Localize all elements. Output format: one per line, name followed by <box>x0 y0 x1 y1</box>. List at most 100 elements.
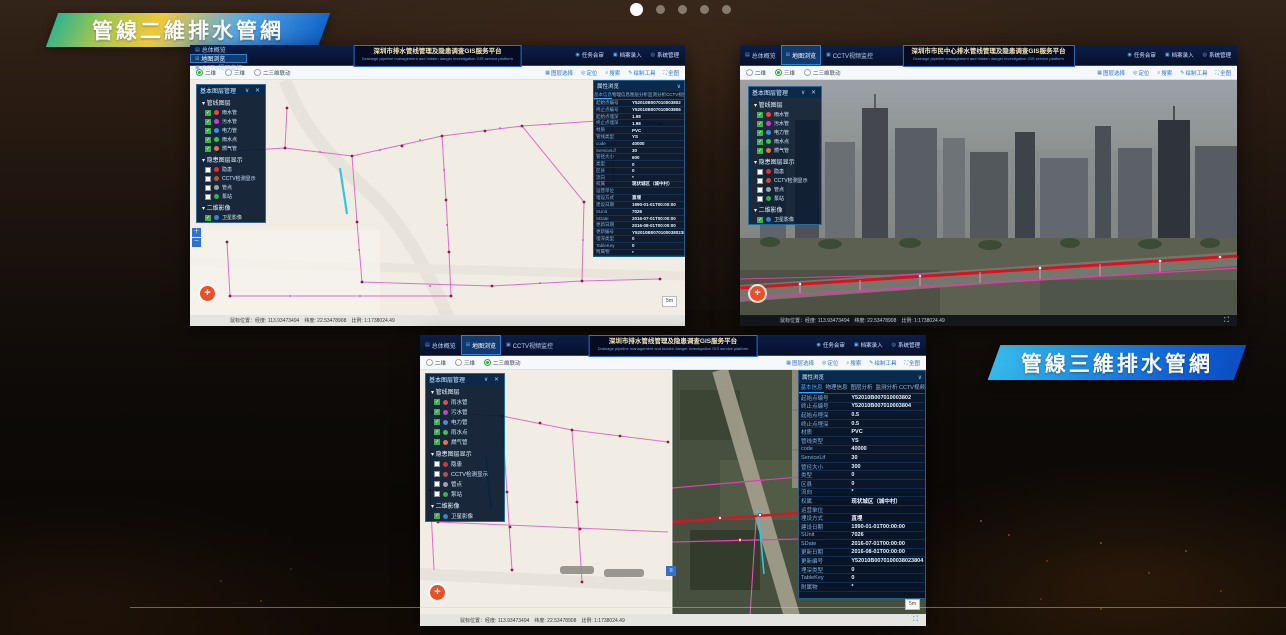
layer-checkbox[interactable] <box>757 196 763 202</box>
map-tool-button[interactable]: ⛶全图 <box>1215 69 1231 77</box>
layer-checkbox[interactable] <box>205 185 211 191</box>
layer-checkbox[interactable]: ✓ <box>757 130 763 136</box>
carousel-dot[interactable] <box>722 5 731 14</box>
layer-checkbox[interactable]: ✓ <box>205 128 211 134</box>
map-tool-button[interactable]: ⌕搜索 <box>1157 69 1172 77</box>
header-action-button[interactable]: ◎系统管理 <box>651 51 679 59</box>
map-split-canvas[interactable]: 基本图层管理 ∨ ✕ ▾ 管线图层✓雨水管✓污水管✓电力管✓雨水点✓燃气管▾ 隐… <box>420 370 926 614</box>
layer-group[interactable]: ▾ 隐患图层显示 <box>426 447 504 459</box>
carousel-dot[interactable] <box>630 3 643 16</box>
header-action-button[interactable]: ▣档案录入 <box>1165 51 1194 59</box>
map-tool-button[interactable]: ⛶全图 <box>904 359 920 367</box>
map-tool-button[interactable]: ◎定位 <box>1133 69 1149 77</box>
locate-add-button[interactable]: + <box>200 286 215 301</box>
nav-tab[interactable]: ▤总体概览 <box>420 335 461 355</box>
map-2d-canvas[interactable]: 基本图层管理 ∨ ✕ ▾ 管线图层✓雨水管✓污水管✓电力管✓雨水点✓燃气管▾ 隐… <box>190 80 685 315</box>
locate-add-button[interactable]: + <box>430 585 445 600</box>
view-mode-radio[interactable]: 二维 <box>426 359 446 367</box>
header-action-button[interactable]: ◉任务会审 <box>1127 51 1155 59</box>
attribute-tab[interactable]: 物理信息 <box>612 91 630 99</box>
attribute-tab[interactable]: 物理信息 <box>824 383 849 393</box>
header-action-button[interactable]: ◎系统管理 <box>1203 51 1231 59</box>
layer-item[interactable]: ✓雨水点 <box>749 137 821 146</box>
map-tool-button[interactable]: ◎定位 <box>581 69 597 77</box>
layer-item[interactable]: CCTV检测显示 <box>197 174 265 183</box>
layer-checkbox[interactable]: ✓ <box>205 110 211 116</box>
layer-checkbox[interactable] <box>434 461 440 467</box>
view-mode-radio[interactable]: 三维 <box>455 359 475 367</box>
attribute-tab[interactable]: CCTV视频 <box>899 383 925 393</box>
layer-checkbox[interactable]: ✓ <box>434 439 440 445</box>
map-tool-button[interactable]: ✎绘制工具 <box>1180 69 1207 77</box>
map-tool-button[interactable]: ▦图层选择 <box>1097 69 1125 77</box>
map-tool-button[interactable]: ⌕搜索 <box>605 69 620 77</box>
attribute-tab[interactable]: 监测分析 <box>874 383 899 393</box>
layer-item[interactable]: ✓燃气管 <box>749 146 821 155</box>
map-tool-button[interactable]: ◎定位 <box>822 359 838 367</box>
layer-item[interactable]: CCTV检测显示 <box>426 469 504 479</box>
collapse-close-icons[interactable]: ∨ ✕ <box>484 376 501 383</box>
layer-item[interactable]: 泵站 <box>426 489 504 499</box>
layer-checkbox[interactable] <box>434 491 440 497</box>
layer-item[interactable]: ✓雨水点 <box>426 427 504 437</box>
layer-checkbox[interactable]: ✓ <box>434 399 440 405</box>
nav-tab[interactable]: ⊞地图浏览 <box>461 335 501 355</box>
map-tool-button[interactable]: ⌕搜索 <box>846 359 861 367</box>
map-tool-button[interactable]: ▦图层选择 <box>786 359 814 367</box>
layer-group[interactable]: ▾ 管线图层 <box>426 385 504 397</box>
layer-item[interactable]: ✓燃气管 <box>197 144 265 153</box>
layer-checkbox[interactable] <box>757 187 763 193</box>
attribute-tab[interactable]: 基本信息 <box>594 91 612 99</box>
layer-item[interactable]: 隐患 <box>197 165 265 174</box>
layer-item[interactable]: ✓卫星影像 <box>749 215 821 224</box>
zoom-out-button[interactable]: － <box>192 238 201 247</box>
layer-checkbox[interactable]: ✓ <box>434 419 440 425</box>
layer-group[interactable]: ▾ 管线图层 <box>749 98 821 110</box>
collapse-icon[interactable]: ∨ <box>918 374 922 381</box>
layer-checkbox[interactable]: ✓ <box>757 112 763 118</box>
collapse-close-icons[interactable]: ∨ ✕ <box>245 87 262 94</box>
layer-item[interactable]: ✓雨水点 <box>197 135 265 144</box>
map-tool-button[interactable]: ▦图层选择 <box>545 69 573 77</box>
carousel-dot[interactable] <box>700 5 709 14</box>
layer-checkbox[interactable] <box>205 176 211 182</box>
nav-tab[interactable]: ▤总体概览 <box>190 45 247 54</box>
layer-checkbox[interactable]: ✓ <box>434 409 440 415</box>
layer-item[interactable]: 隐患 <box>749 167 821 176</box>
view-mode-radio[interactable]: 二三维联动 <box>254 69 291 77</box>
layer-checkbox[interactable]: ✓ <box>757 148 763 154</box>
layer-item[interactable]: ✓污水管 <box>749 119 821 128</box>
header-action-button[interactable]: ◉任务会审 <box>816 341 844 349</box>
layer-checkbox[interactable]: ✓ <box>205 119 211 125</box>
layer-item[interactable]: 泵站 <box>749 194 821 203</box>
view-mode-radio[interactable]: 二三维联动 <box>484 359 521 367</box>
layer-group[interactable]: ▾ 管线图层 <box>197 96 265 108</box>
layer-checkbox[interactable]: ✓ <box>205 137 211 143</box>
view-mode-radio[interactable]: 二维 <box>746 69 766 77</box>
attribute-tab[interactable]: CCTV视频 <box>666 91 684 99</box>
view-mode-radio[interactable]: 三维 <box>775 69 795 77</box>
layer-item[interactable]: ✓燃气管 <box>426 437 504 447</box>
layer-checkbox[interactable]: ✓ <box>757 139 763 145</box>
layer-item[interactable]: ✓卫星影像 <box>426 511 504 521</box>
layer-checkbox[interactable] <box>757 178 763 184</box>
nav-tab[interactable]: ⊞地图浏览 <box>190 54 247 63</box>
layer-checkbox[interactable]: ✓ <box>757 217 763 223</box>
layer-checkbox[interactable] <box>205 194 211 200</box>
layer-item[interactable]: ✓电力管 <box>197 126 265 135</box>
fullscreen-icon[interactable]: ⛶ <box>913 616 918 624</box>
map-tool-button[interactable]: ✎绘制工具 <box>869 359 896 367</box>
layer-checkbox[interactable] <box>434 481 440 487</box>
layer-item[interactable]: ✓电力管 <box>749 128 821 137</box>
layer-checkbox[interactable]: ✓ <box>757 121 763 127</box>
layer-item[interactable]: ✓雨水管 <box>426 397 504 407</box>
layer-item[interactable]: 管点 <box>197 183 265 192</box>
header-action-button[interactable]: ◉任务会审 <box>575 51 603 59</box>
layer-item[interactable]: CCTV检测显示 <box>749 176 821 185</box>
layer-checkbox[interactable]: ✓ <box>205 146 211 152</box>
map-tool-button[interactable]: ✎绘制工具 <box>628 69 655 77</box>
layer-item[interactable]: ✓雨水管 <box>197 108 265 117</box>
layer-item[interactable]: 管点 <box>426 479 504 489</box>
nav-tab[interactable]: ▤总体概览 <box>740 45 781 65</box>
map-3d-canvas[interactable]: 基本图层管理 ∨ ✕ ▾ 管线图层✓雨水管✓污水管✓电力管✓雨水点✓燃气管▾ 隐… <box>740 80 1237 315</box>
